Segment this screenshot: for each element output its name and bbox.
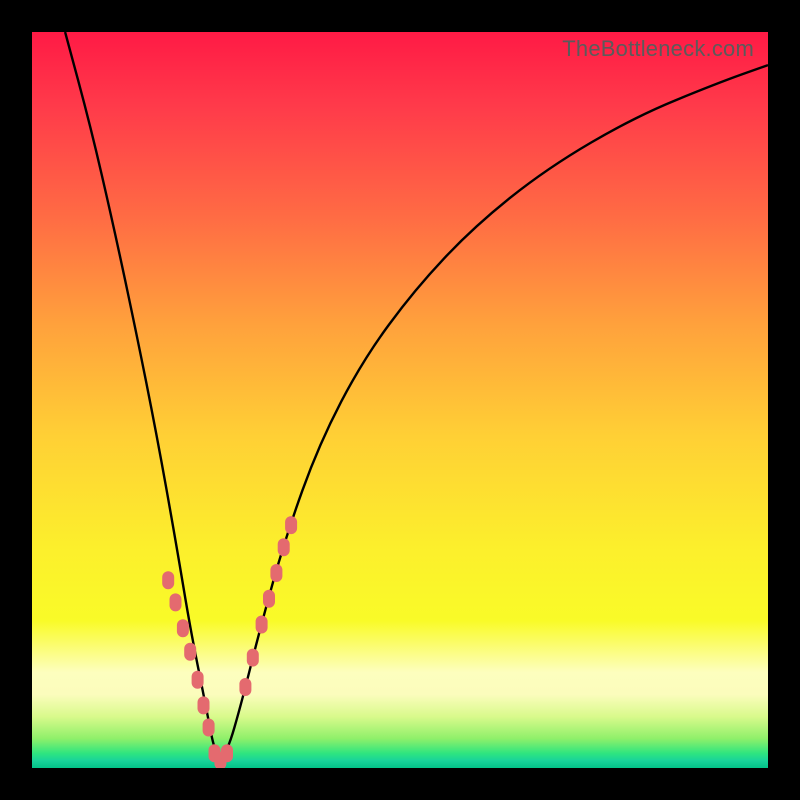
plot-area: TheBottleneck.com xyxy=(32,32,768,768)
marker-point xyxy=(170,593,182,611)
bottleneck-curve xyxy=(65,32,768,756)
marker-point xyxy=(263,590,275,608)
chart-svg xyxy=(32,32,768,768)
marker-point xyxy=(270,564,282,582)
marker-point xyxy=(221,744,233,762)
marker-point xyxy=(247,649,259,667)
marker-point xyxy=(203,719,215,737)
marker-point xyxy=(162,571,174,589)
watermark-text: TheBottleneck.com xyxy=(562,36,754,62)
marker-point xyxy=(198,696,210,714)
marker-point xyxy=(177,619,189,637)
marker-point xyxy=(285,516,297,534)
outer-frame: TheBottleneck.com xyxy=(0,0,800,800)
marker-group xyxy=(162,516,297,768)
marker-point xyxy=(192,671,204,689)
marker-point xyxy=(278,538,290,556)
marker-point xyxy=(256,616,268,634)
marker-point xyxy=(184,643,196,661)
marker-point xyxy=(239,678,251,696)
